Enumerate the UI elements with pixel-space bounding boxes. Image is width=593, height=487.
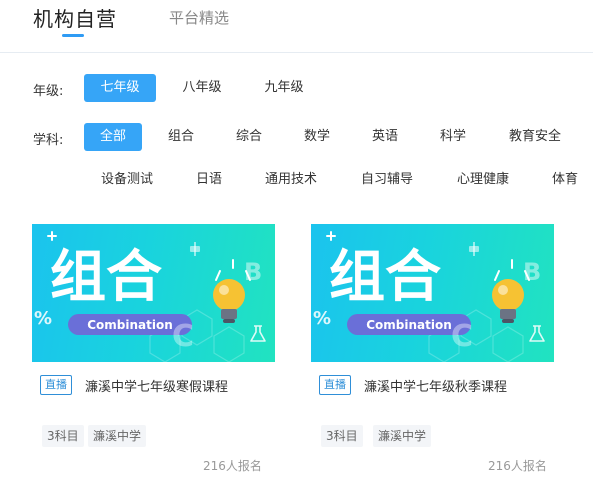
- course-title[interactable]: 濂溪中学七年级秋季课程: [364, 376, 507, 395]
- enrollment-count: 216人报名: [203, 459, 262, 473]
- live-badge: 直播: [40, 375, 72, 395]
- subject-chip-safety-education[interactable]: 教育安全: [502, 123, 568, 151]
- grade-chip-8[interactable]: 八年级: [168, 74, 236, 102]
- course-card[interactable]: % 组合 Combination C B 直播 濂溪中学七年级寒假课程 3科目 …: [32, 224, 275, 474]
- course-thumbnail[interactable]: % 组合 Combination C B: [32, 224, 275, 362]
- subject-chip-japanese[interactable]: 日语: [186, 166, 232, 194]
- subject-chip-general-tech[interactable]: 通用技术: [258, 166, 324, 194]
- grade-chip-7[interactable]: 七年级: [84, 74, 156, 102]
- tab-institution-self-run[interactable]: 机构自营: [33, 3, 117, 32]
- subject-chip-device-test[interactable]: 设备测试: [94, 166, 160, 194]
- subject-chip-math[interactable]: 数学: [294, 123, 340, 151]
- enrollment-count: 216人报名: [488, 459, 547, 473]
- school-tag: 濂溪中学: [88, 425, 147, 447]
- school-tag: 濂溪中学: [373, 425, 432, 447]
- subject-chip-comprehensive[interactable]: 综合: [226, 123, 272, 151]
- active-tab-indicator: [62, 34, 84, 37]
- course-thumbnail[interactable]: % 组合 Combination C B: [311, 224, 554, 362]
- live-badge: 直播: [319, 375, 351, 395]
- subject-count-tag: 3科目: [42, 425, 84, 447]
- subject-chip-pe[interactable]: 体育: [544, 166, 586, 194]
- tab-platform-picks[interactable]: 平台精选: [169, 7, 229, 28]
- svg-text:%: %: [313, 308, 331, 329]
- svg-text:组合: 组合: [329, 245, 441, 310]
- subject-chip-mental-health[interactable]: 心理健康: [450, 166, 516, 194]
- grade-filter-label: 年级:: [33, 84, 64, 99]
- svg-text:C: C: [451, 319, 473, 354]
- course-card[interactable]: % 组合 Combination C B 直播 濂溪中学七年级秋季课程 3科目 …: [311, 224, 554, 474]
- svg-text:Combination: Combination: [366, 318, 452, 332]
- grade-chip-9[interactable]: 九年级: [250, 74, 318, 102]
- combination-illustration: % 组合 Combination C B: [313, 231, 545, 362]
- subject-chip-science[interactable]: 科学: [430, 123, 476, 151]
- svg-text:Combination: Combination: [87, 318, 173, 332]
- subject-chip-all[interactable]: 全部: [84, 123, 142, 151]
- combination-illustration: % 组合 Combination C B: [34, 231, 266, 362]
- subject-chip-english[interactable]: 英语: [362, 123, 408, 151]
- tab-bar: 机构自营 平台精选: [0, 0, 593, 53]
- subject-chip-self-study[interactable]: 自习辅导: [354, 166, 420, 194]
- subject-chip-combination[interactable]: 组合: [158, 123, 204, 151]
- svg-text:C: C: [172, 319, 194, 354]
- subject-filter-label: 学科:: [33, 133, 64, 148]
- course-title[interactable]: 濂溪中学七年级寒假课程: [85, 376, 228, 395]
- svg-text:%: %: [34, 308, 52, 329]
- subject-count-tag: 3科目: [321, 425, 363, 447]
- svg-text:组合: 组合: [50, 245, 162, 310]
